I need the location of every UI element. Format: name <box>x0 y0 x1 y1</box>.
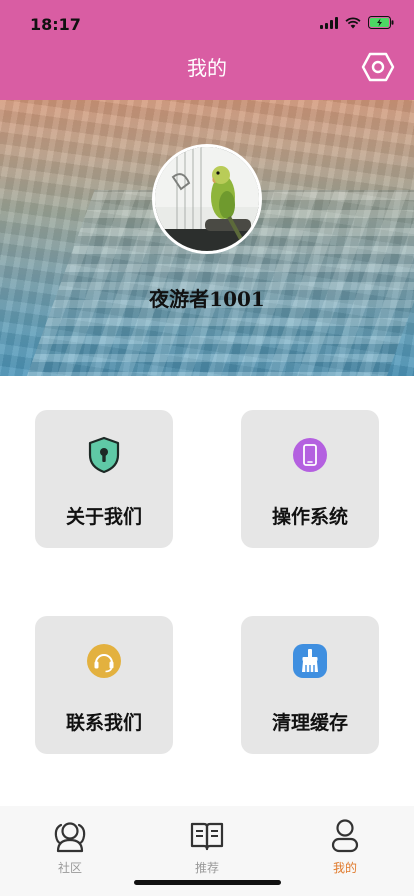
profile-banner: 夜游者1001 <box>0 100 414 376</box>
avatar[interactable] <box>152 144 262 254</box>
about-us-label: 关于我们 <box>65 506 142 528</box>
tab-mine-label: 我的 <box>332 861 357 875</box>
username: 夜游者1001 <box>149 287 265 311</box>
parrot-avatar <box>155 147 259 251</box>
clear-cache-card[interactable]: 清理缓存 <box>241 616 379 754</box>
operating-system-card[interactable]: 操作系统 <box>241 410 379 548</box>
status-time: 18:17 <box>30 15 81 34</box>
status-icons <box>320 16 394 29</box>
clear-cache-label: 清理缓存 <box>271 712 348 734</box>
shield-keyhole-icon <box>85 436 123 474</box>
tab-recommend-label: 推荐 <box>194 861 219 875</box>
signal-icon <box>320 16 338 29</box>
tab-community-label: 社区 <box>57 861 82 875</box>
tab-mine[interactable]: 我的 <box>305 816 385 878</box>
broom-icon <box>291 642 329 680</box>
contact-us-card[interactable]: 联系我们 <box>35 616 173 754</box>
tab-community[interactable]: 社区 <box>30 816 110 878</box>
operating-system-label: 操作系统 <box>271 506 348 528</box>
community-icon <box>30 816 110 856</box>
page-title: 我的 <box>187 56 227 80</box>
top-bar: 18:17 我的 <box>0 0 414 100</box>
tab-recommend[interactable]: 推荐 <box>167 816 247 878</box>
battery-charging-icon <box>368 16 394 29</box>
settings-hexagon-icon <box>361 52 395 82</box>
about-us-card[interactable]: 关于我们 <box>35 410 173 548</box>
settings-button[interactable] <box>358 48 398 86</box>
book-icon <box>167 816 247 856</box>
headset-icon <box>85 642 123 680</box>
user-icon <box>305 816 385 856</box>
contact-us-label: 联系我们 <box>65 712 142 734</box>
home-indicator <box>134 880 281 885</box>
wifi-icon <box>345 16 361 29</box>
phone-icon <box>291 436 329 474</box>
